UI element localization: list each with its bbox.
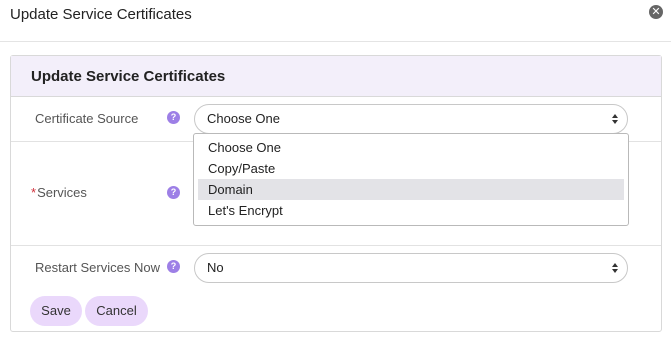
- certificate-source-select[interactable]: Choose One: [194, 104, 628, 134]
- save-button[interactable]: Save: [30, 296, 82, 326]
- services-label: *Services: [31, 185, 87, 200]
- required-mark: *: [31, 185, 37, 200]
- dropdown-option-lets-encrypt[interactable]: Let's Encrypt: [198, 200, 624, 221]
- services-label-text: Services: [37, 185, 87, 200]
- restart-services-help-icon[interactable]: ?: [167, 260, 180, 273]
- certificate-source-dropdown: Choose One Copy/Paste Domain Let's Encry…: [193, 133, 629, 226]
- dropdown-option-domain[interactable]: Domain: [198, 179, 624, 200]
- dropdown-option-choose-one[interactable]: Choose One: [198, 137, 624, 158]
- modal-title: Update Service Certificates: [10, 6, 192, 23]
- dropdown-option-copy-paste[interactable]: Copy/Paste: [198, 158, 624, 179]
- certificate-source-label: Certificate Source: [35, 111, 139, 126]
- restart-services-row: Restart Services Now ? No: [11, 246, 661, 291]
- certificate-source-help-icon[interactable]: ?: [167, 111, 180, 124]
- panel-heading: Update Service Certificates: [11, 56, 661, 97]
- select-arrows-icon: [612, 263, 618, 273]
- restart-services-value: No: [207, 260, 224, 275]
- header-divider: [0, 41, 671, 42]
- services-help-icon[interactable]: ?: [167, 186, 180, 199]
- close-icon[interactable]: ✕: [649, 5, 663, 19]
- restart-services-label: Restart Services Now: [35, 260, 160, 275]
- cancel-button[interactable]: Cancel: [85, 296, 148, 326]
- certificate-source-value: Choose One: [207, 111, 280, 126]
- restart-services-select[interactable]: No: [194, 253, 628, 283]
- select-arrows-icon: [612, 114, 618, 124]
